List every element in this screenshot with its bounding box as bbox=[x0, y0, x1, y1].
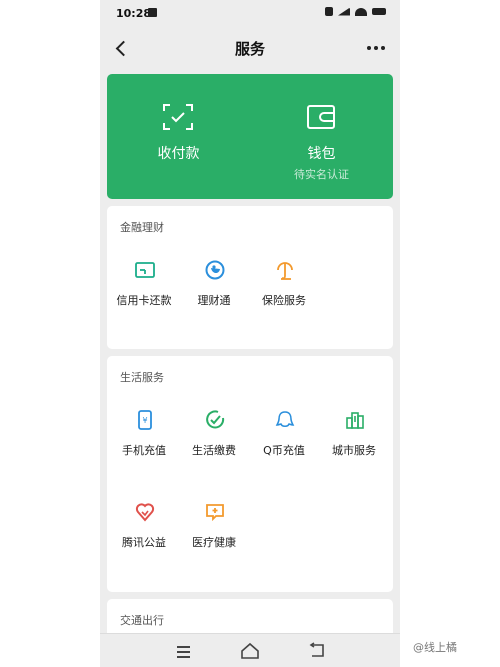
item-label: 保险服务 bbox=[262, 294, 306, 307]
payment-card: 收付款 钱包 待实名认证 bbox=[107, 74, 393, 199]
section-title: 生活服务 bbox=[120, 371, 164, 384]
item-label: 医疗健康 bbox=[192, 536, 236, 549]
watermark: @线上橘 bbox=[413, 641, 457, 654]
wallet-button[interactable]: 钱包 待实名认证 bbox=[250, 74, 393, 199]
menu-line-icon bbox=[177, 656, 190, 658]
utility-bills-item[interactable]: 生活缴费 bbox=[179, 410, 249, 470]
scan-check-icon bbox=[163, 104, 193, 130]
qcoin-recharge-item[interactable]: Q币充值 bbox=[249, 410, 319, 470]
city-services-item[interactable]: 城市服务 bbox=[319, 410, 389, 470]
mute-icon bbox=[325, 7, 333, 16]
wealth-item[interactable]: 理财通 bbox=[179, 260, 249, 320]
medical-health-item[interactable]: 医疗健康 bbox=[179, 502, 249, 562]
more-dot-icon bbox=[374, 46, 378, 50]
medical-icon bbox=[206, 504, 224, 522]
wallet-icon bbox=[307, 105, 335, 129]
status-bar: 10:28 bbox=[100, 0, 400, 26]
wealth-icon bbox=[205, 260, 225, 280]
svg-text:¥: ¥ bbox=[142, 416, 147, 425]
life-section: 生活服务 ¥ 手机充值 生活缴费 Q币充值 城市服务 腾讯公益 医疗健康 bbox=[107, 356, 393, 592]
more-options-button[interactable] bbox=[366, 40, 386, 56]
wallet-label: 钱包 bbox=[307, 146, 336, 162]
credit-card-icon bbox=[135, 262, 155, 278]
phone-icon: ¥ bbox=[138, 410, 152, 430]
mobile-recharge-item[interactable]: ¥ 手机充值 bbox=[109, 410, 179, 470]
receive-pay-label: 收付款 bbox=[157, 146, 200, 162]
more-dot-icon bbox=[367, 46, 371, 50]
menu-line-icon bbox=[177, 646, 190, 648]
wifi-icon bbox=[355, 7, 367, 16]
wallet-status: 待实名认证 bbox=[294, 168, 349, 181]
qq-icon bbox=[275, 411, 295, 428]
finance-section: 金融理财 信用卡还款 理财通 保险服务 bbox=[107, 206, 393, 349]
status-icons bbox=[325, 7, 386, 16]
signal-icon bbox=[338, 7, 350, 16]
insurance-icon bbox=[277, 262, 293, 280]
receive-pay-button[interactable]: 收付款 bbox=[107, 74, 250, 199]
system-nav-bar bbox=[100, 633, 400, 667]
heart-icon bbox=[135, 503, 155, 522]
recent-apps-button[interactable] bbox=[172, 641, 196, 661]
phone-screen: 10:28 服务 收付款 钱包 待实名认证 金融理财 信用卡还款 理财通 保险服… bbox=[100, 0, 400, 667]
battery-icon bbox=[372, 8, 386, 15]
system-back-button[interactable] bbox=[305, 641, 329, 661]
item-label: 城市服务 bbox=[332, 444, 376, 457]
city-icon bbox=[346, 412, 364, 429]
page-title: 服务 bbox=[234, 40, 265, 58]
tencent-charity-item[interactable]: 腾讯公益 bbox=[109, 502, 179, 562]
menu-line-icon bbox=[177, 651, 190, 653]
insurance-item[interactable]: 保险服务 bbox=[249, 260, 319, 320]
notification-icon bbox=[148, 8, 157, 17]
more-dot-icon bbox=[381, 46, 385, 50]
home-button[interactable] bbox=[238, 641, 262, 661]
check-icon bbox=[206, 410, 225, 429]
section-title: 交通出行 bbox=[120, 614, 164, 627]
nav-bar: 服务 bbox=[100, 28, 400, 68]
status-time: 10:28 bbox=[116, 7, 152, 20]
section-title: 金融理财 bbox=[120, 221, 164, 234]
credit-card-repay-item[interactable]: 信用卡还款 bbox=[109, 260, 179, 320]
